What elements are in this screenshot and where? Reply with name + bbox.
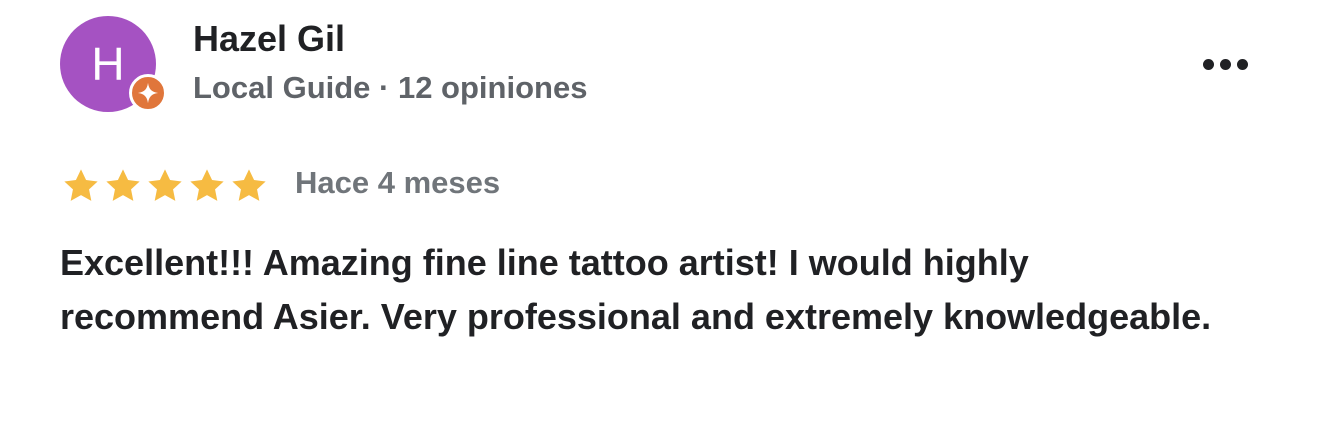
review-card: H Hazel Gil Local Guide · 12 opiniones H… — [0, 0, 1320, 421]
review-text: Excellent!!! Amazing fine line tattoo ar… — [60, 242, 1212, 337]
star-icon — [106, 169, 140, 201]
star-icon — [148, 169, 182, 201]
more-horizontal-icon-dot — [1219, 58, 1231, 70]
avatar-initial: H — [91, 38, 125, 90]
star-icon — [190, 169, 224, 201]
reviewer-meta: Local Guide · 12 opiniones — [193, 70, 588, 105]
more-options-button[interactable] — [1192, 44, 1258, 84]
star-rating — [60, 164, 270, 208]
more-horizontal-icon-dot — [1236, 58, 1248, 70]
local-guide-badge-icon — [129, 74, 167, 112]
star-icon — [64, 169, 98, 201]
more-horizontal-icon-dot — [1202, 58, 1214, 70]
reviewer-name[interactable]: Hazel Gil — [193, 18, 345, 60]
star-icon — [232, 169, 266, 201]
review-date: Hace 4 meses — [295, 165, 501, 200]
sparkle-icon — [137, 82, 159, 104]
